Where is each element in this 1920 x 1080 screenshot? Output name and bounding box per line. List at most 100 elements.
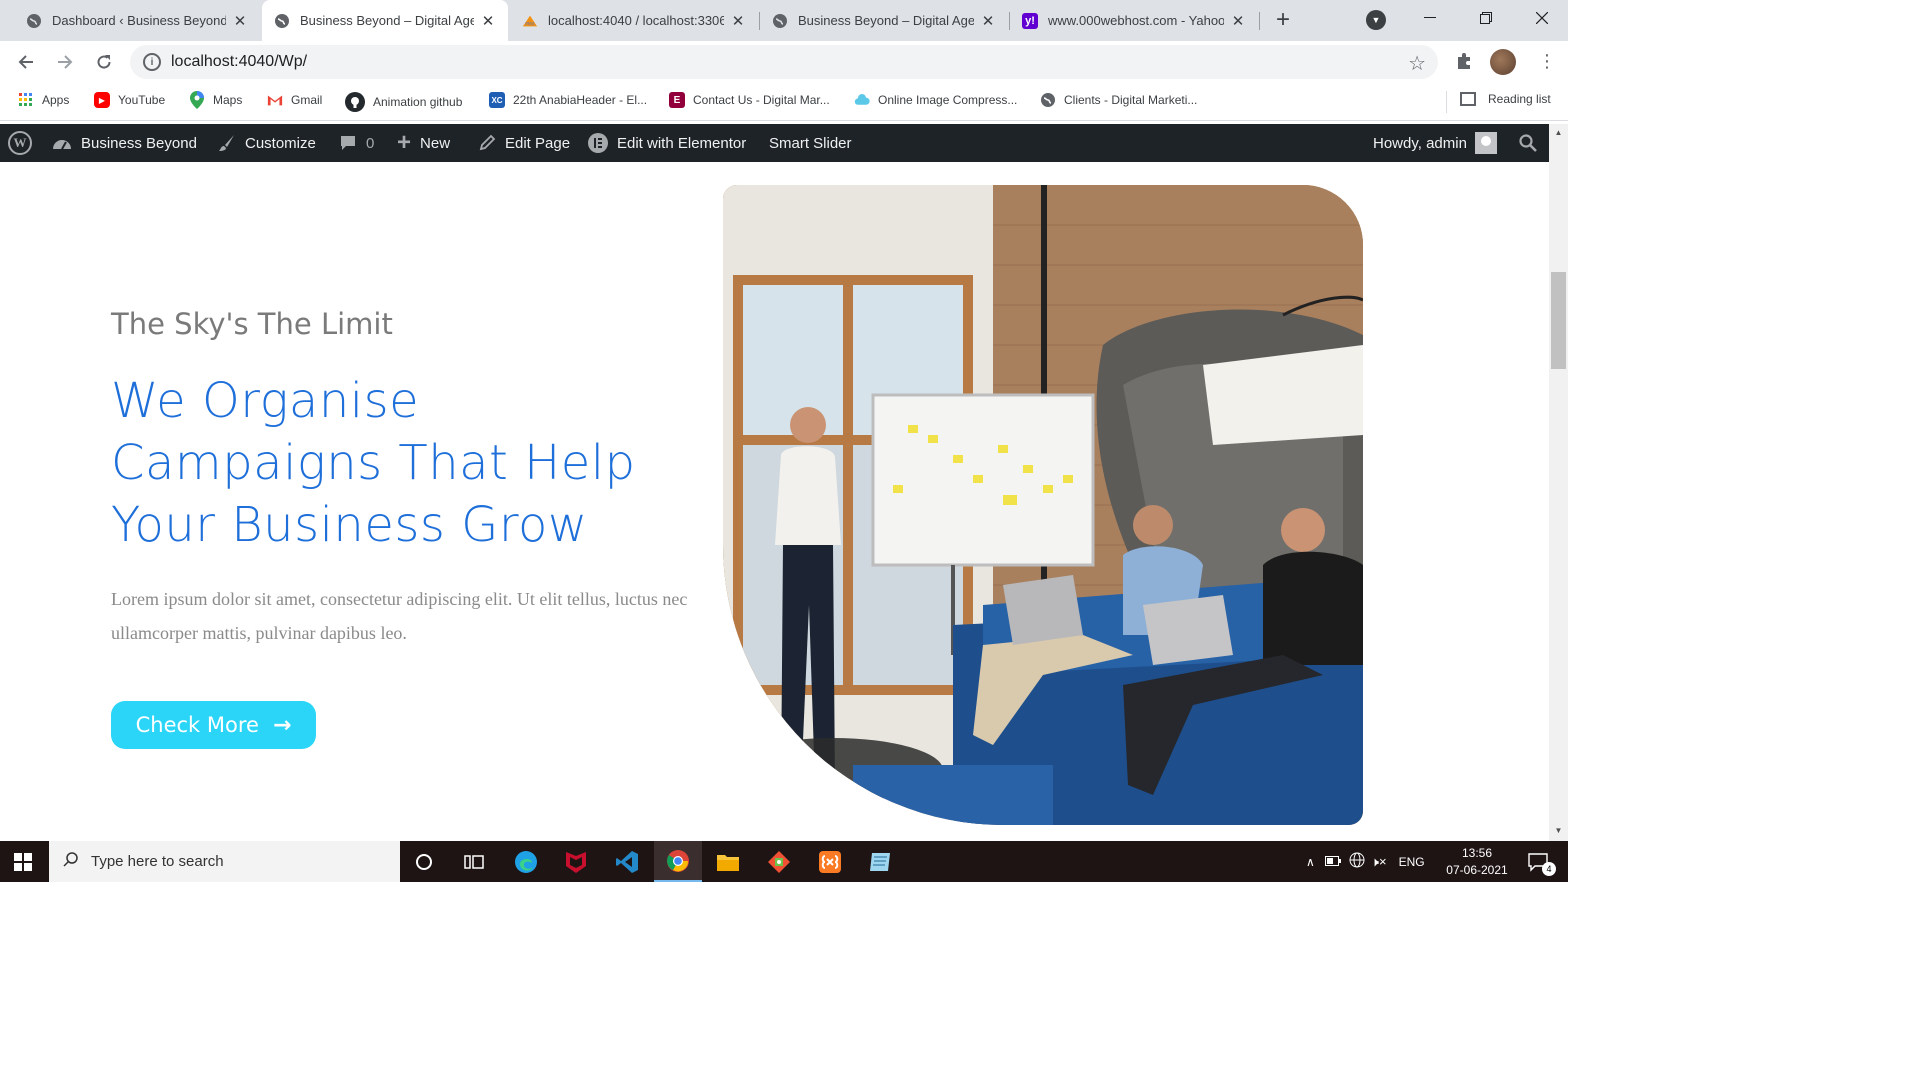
task-view-icon[interactable] [450, 841, 498, 882]
browser-tab[interactable]: PMA localhost:4040 / localhost:3306 / ✕ [510, 0, 758, 41]
browser-tab[interactable]: y! www.000webhost.com - Yahoo S ✕ [1010, 0, 1258, 41]
bookmark-maps[interactable]: Maps [189, 91, 243, 109]
site-info-icon[interactable]: i [143, 53, 161, 71]
bookmark-label: Gmail [291, 93, 323, 107]
back-arrow-icon[interactable] [13, 49, 39, 75]
mcafee-icon[interactable] [552, 841, 600, 882]
customize-link[interactable]: Customize [218, 124, 316, 162]
bookmark-animation-github[interactable]: Animation github [345, 92, 462, 112]
volume-muted-icon[interactable]: 🕨× [1371, 854, 1387, 870]
restore-icon[interactable] [1458, 0, 1514, 36]
bookmark-clients[interactable]: Clients - Digital Marketi... [1040, 92, 1197, 108]
show-hidden-icons-chevron-icon[interactable]: ∧ [1306, 855, 1315, 869]
smart-slider-link[interactable]: Smart Slider [769, 124, 852, 162]
windows-start-icon[interactable] [14, 853, 32, 871]
comments-count: 0 [366, 134, 375, 152]
github-icon [345, 92, 365, 112]
wp-logo-menu[interactable]: W [8, 124, 32, 162]
smart-slider-label: Smart Slider [769, 134, 852, 152]
bookmark-label: Animation github [373, 95, 463, 109]
comments-link[interactable]: 0 [339, 124, 374, 162]
notepad-icon[interactable] [856, 841, 904, 882]
address-bar[interactable]: i localhost:4040/Wp/ ☆ [130, 45, 1438, 79]
plus-icon: + [397, 129, 412, 156]
battery-icon[interactable] [1324, 855, 1341, 869]
chrome-icon[interactable] [654, 841, 702, 882]
wp-admin-bar: W Business Beyond Customize 0 + New Edit… [0, 124, 1549, 162]
bookmark-image-compress[interactable]: Online Image Compress... [854, 92, 1017, 108]
forward-arrow-icon[interactable] [52, 49, 78, 75]
file-explorer-icon[interactable] [704, 841, 752, 882]
customize-label: Customize [245, 134, 316, 152]
taskbar-clock[interactable]: 13:56 07-06-2021 [1440, 845, 1514, 879]
reload-icon[interactable] [91, 49, 117, 75]
tab-title: www.000webhost.com - Yahoo S [1048, 13, 1224, 28]
scrollbar-thumb[interactable] [1551, 272, 1566, 369]
url-text: localhost:4040/Wp/ [171, 53, 308, 70]
vscode-icon[interactable] [603, 841, 651, 882]
new-tab-button[interactable]: + [1270, 8, 1296, 34]
cortana-icon[interactable] [400, 841, 448, 882]
page-scrollbar[interactable] [1549, 124, 1568, 841]
check-more-button[interactable]: Check More → [111, 701, 316, 749]
bookmark-star-icon[interactable]: ☆ [1408, 51, 1426, 76]
scroll-up-arrow-icon[interactable]: ▲ [1552, 128, 1565, 137]
hero-section: The Sky's The Limit We Organise Campaign… [0, 162, 1549, 841]
elementor-icon [588, 133, 608, 153]
minimize-icon[interactable] [1402, 0, 1458, 36]
new-content-menu[interactable]: + New [397, 124, 450, 162]
close-icon[interactable]: ✕ [480, 12, 496, 30]
tab-divider [1259, 12, 1260, 30]
edge-browser-icon[interactable] [502, 841, 550, 882]
close-icon[interactable]: ✕ [1230, 12, 1246, 30]
browser-tab-active[interactable]: Business Beyond – Digital Agenc ✕ [262, 0, 508, 41]
youtube-icon: ▶ [94, 92, 110, 108]
notification-center-icon[interactable]: 4 [1514, 841, 1562, 882]
browser-tab[interactable]: Business Beyond – Digital Agenc ✕ [760, 0, 1008, 41]
bookmark-label: Apps [42, 93, 70, 107]
new-label: New [420, 134, 451, 152]
reading-list-button[interactable]: Reading list [1460, 92, 1551, 106]
extensions-puzzle-icon[interactable] [1455, 52, 1473, 75]
elementor-icon: E [669, 92, 685, 108]
input-language[interactable]: ENG [1399, 855, 1425, 869]
browser-tab[interactable]: Dashboard ‹ Business Beyond — ✕ [14, 0, 260, 41]
close-icon[interactable]: ✕ [730, 12, 746, 30]
tab-search-icon[interactable]: ▼ [1366, 10, 1386, 30]
maps-icon [189, 91, 205, 109]
network-globe-icon[interactable] [1349, 852, 1365, 871]
bookmark-gmail[interactable]: Gmail [267, 92, 322, 108]
bookmark-label: Maps [213, 93, 243, 107]
browser-toolbar: i localhost:4040/Wp/ ☆ ⋮ [0, 41, 1568, 83]
bookmark-label: Contact Us - Digital Mar... [693, 93, 830, 107]
close-icon[interactable]: ✕ [980, 12, 996, 30]
phpmyadmin-icon: PMA [522, 13, 538, 29]
my-account-menu[interactable]: Howdy, admin [1373, 124, 1497, 162]
hero-headline: We Organise Campaigns That Help Your Bus… [111, 370, 711, 556]
globe-icon [274, 13, 290, 29]
more-menu-icon[interactable]: ⋮ [1538, 51, 1556, 71]
bookmark-apps[interactable]: Apps [18, 92, 69, 108]
tab-title: localhost:4040 / localhost:3306 / [548, 13, 724, 28]
edit-with-elementor-link[interactable]: Edit with Elementor [588, 124, 746, 162]
scroll-down-arrow-icon[interactable]: ▼ [1552, 826, 1565, 835]
bookmark-contact-us[interactable]: E Contact Us - Digital Mar... [669, 92, 830, 108]
bookmark-anabia-header[interactable]: XC 22th AnabiaHeader - El... [489, 92, 647, 108]
check-more-label: Check More [135, 713, 259, 737]
close-icon[interactable]: ✕ [232, 12, 248, 30]
xampp-icon[interactable] [806, 841, 854, 882]
edit-page-link[interactable]: Edit Page [478, 124, 570, 162]
gitkraken-icon[interactable] [755, 841, 803, 882]
admin-search-button[interactable] [1519, 124, 1546, 162]
site-name-menu[interactable]: Business Beyond [52, 124, 197, 162]
windows-taskbar: Type here to search ∧ 🕨× ENG 13:56 07-06… [0, 841, 1568, 882]
window-close-icon[interactable] [1514, 0, 1570, 36]
bookmarks-bar: Apps ▶ YouTube Maps Gmail Animation gith… [0, 83, 1568, 121]
wordpress-logo-icon: W [8, 131, 32, 155]
hero-eyebrow: The Sky's The Limit [111, 307, 393, 341]
system-tray: ∧ 🕨× ENG [1306, 841, 1425, 882]
search-icon [63, 851, 79, 872]
profile-avatar[interactable] [1490, 49, 1516, 75]
taskbar-search-box[interactable]: Type here to search [49, 841, 400, 882]
bookmark-youtube[interactable]: ▶ YouTube [94, 92, 165, 108]
